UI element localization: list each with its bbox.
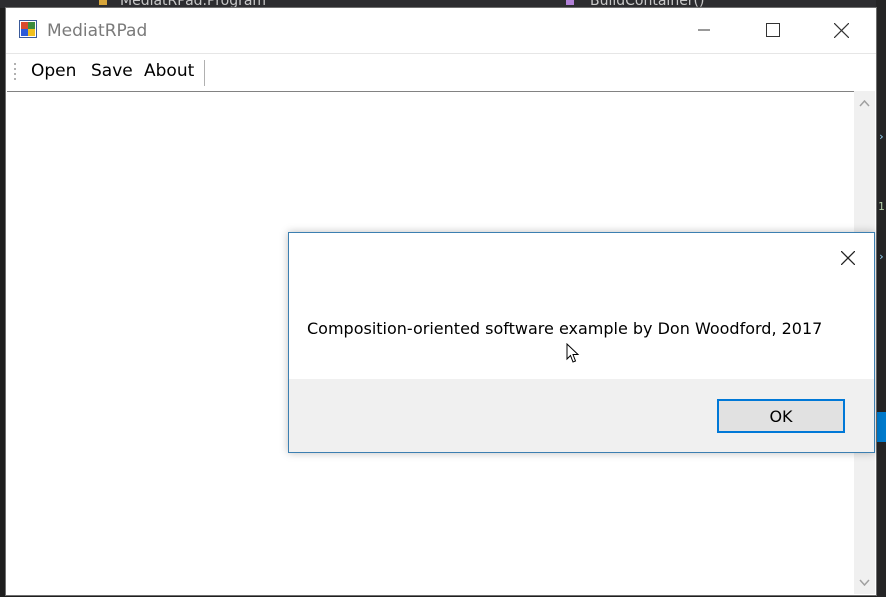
menu-separator	[204, 60, 205, 86]
app-icon	[19, 20, 37, 38]
close-icon	[841, 251, 855, 265]
menu-item-open[interactable]: Open	[29, 61, 78, 81]
class-icon	[99, 0, 107, 5]
menu-item-save[interactable]: Save	[89, 61, 135, 81]
about-dialog: Composition-oriented software example by…	[288, 232, 875, 453]
dialog-close-button[interactable]	[831, 241, 865, 275]
chevron-up-icon	[859, 99, 870, 107]
maximize-icon	[765, 23, 780, 37]
method-icon	[566, 0, 574, 5]
window-title: MediatRPad	[47, 21, 148, 41]
scroll-down-button[interactable]	[854, 572, 875, 592]
menu-item-about[interactable]: About	[142, 61, 196, 81]
close-icon	[834, 22, 849, 38]
toolbar-grip-icon[interactable]	[13, 61, 17, 83]
menu-bar: Open Save About	[6, 53, 876, 91]
dialog-footer: OK	[289, 379, 874, 452]
ok-button[interactable]: OK	[717, 399, 845, 433]
minimize-button[interactable]	[669, 8, 738, 52]
minimize-icon	[697, 29, 710, 31]
chevron-down-icon	[859, 578, 870, 586]
dialog-message: Composition-oriented software example by…	[307, 319, 823, 338]
title-bar[interactable]: MediatRPad	[6, 8, 876, 52]
maximize-button[interactable]	[738, 8, 807, 52]
close-button[interactable]	[807, 8, 876, 52]
scroll-up-button[interactable]	[854, 93, 875, 113]
background-ide-sidebar: › 1 ›	[876, 0, 886, 597]
mouse-cursor-icon	[566, 343, 580, 363]
